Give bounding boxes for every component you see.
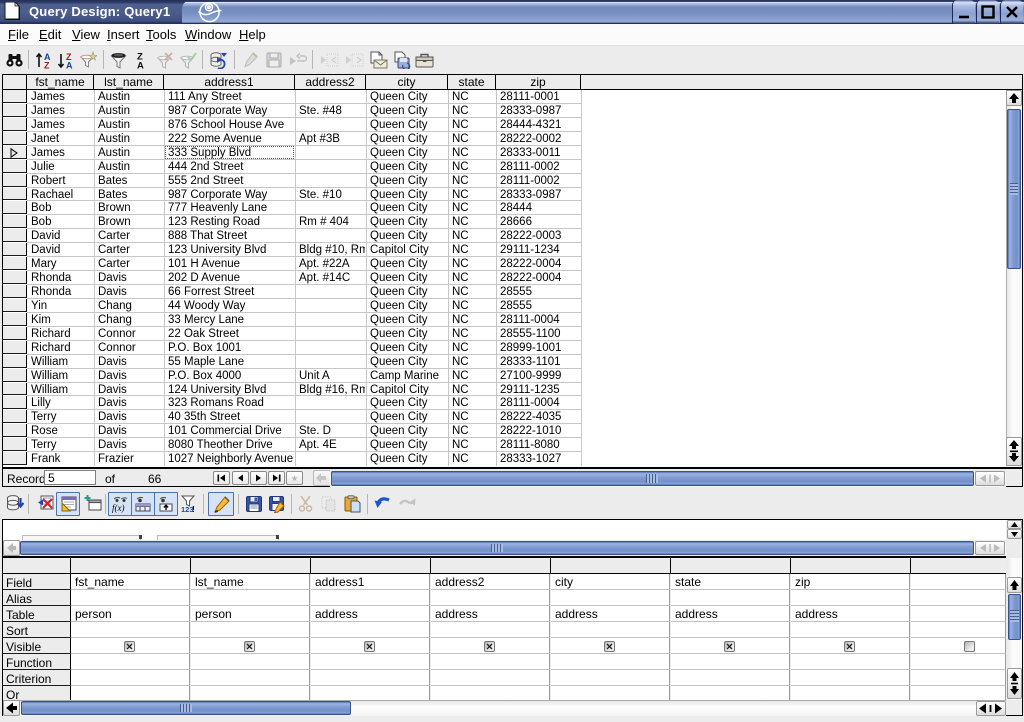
svg-text:A: A xyxy=(137,61,144,70)
svg-text:A: A xyxy=(66,61,73,70)
svg-text:!: ! xyxy=(192,504,195,513)
svg-text:f(x): f(x) xyxy=(112,503,125,513)
svg-text:Z: Z xyxy=(44,61,50,70)
